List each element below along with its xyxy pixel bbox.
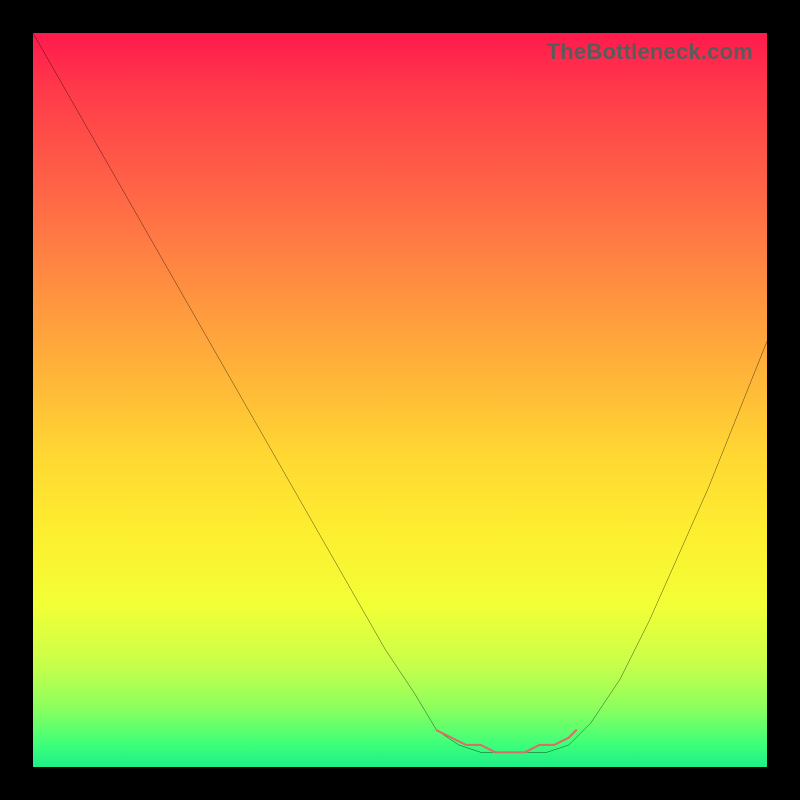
main-curve bbox=[33, 33, 767, 752]
chart-svg bbox=[33, 33, 767, 767]
watermark-label: TheBottleneck.com bbox=[547, 39, 753, 65]
chart-frame: TheBottleneck.com bbox=[0, 0, 800, 800]
bottom-highlight bbox=[437, 730, 576, 752]
plot-area: TheBottleneck.com bbox=[33, 33, 767, 767]
